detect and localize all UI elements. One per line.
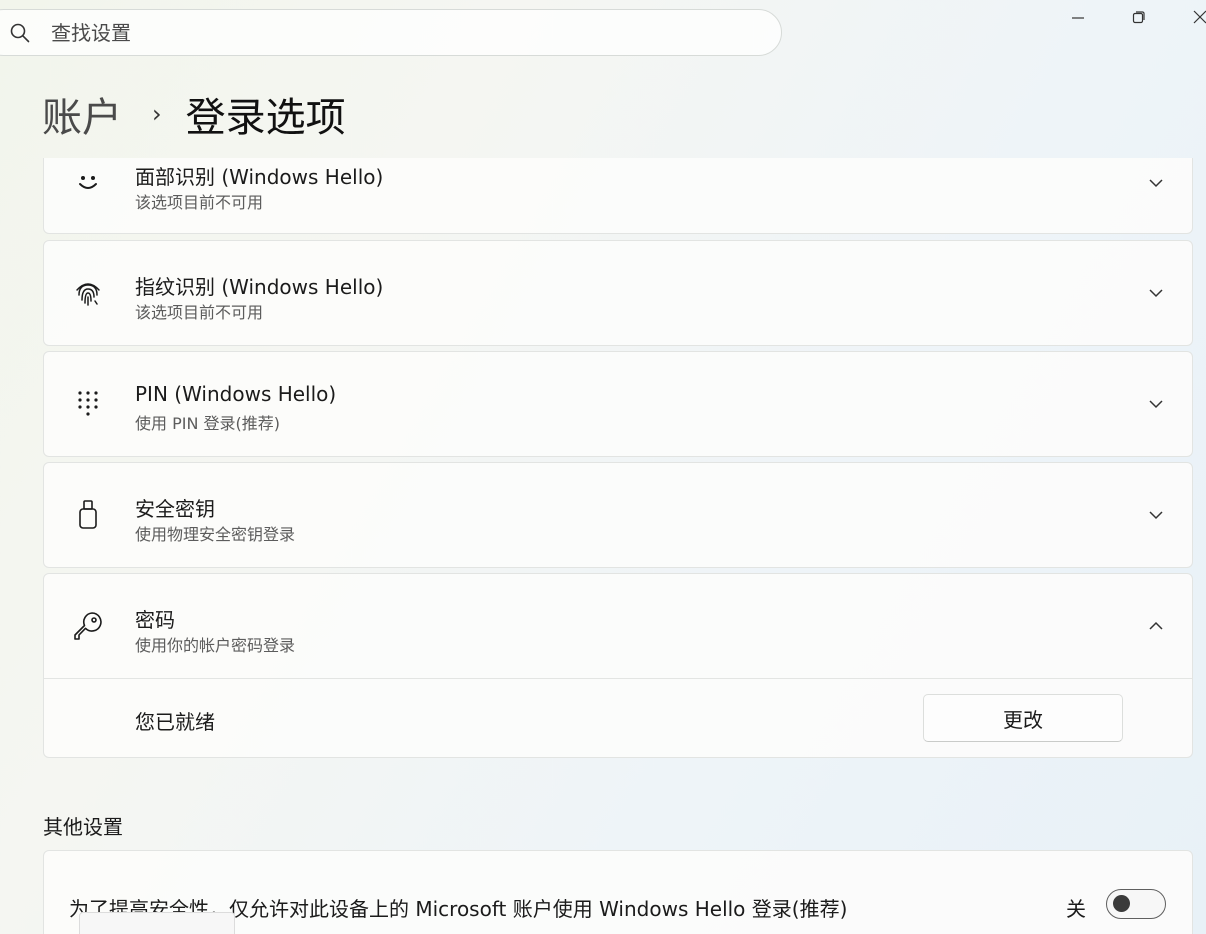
pin-keypad-icon <box>72 388 104 420</box>
fingerprint-icon <box>72 277 104 309</box>
breadcrumb-separator: › <box>152 100 162 128</box>
minimize-icon <box>1072 17 1084 19</box>
minimize-button[interactable] <box>1060 4 1096 30</box>
restore-icon <box>1132 11 1145 24</box>
face-icon <box>72 167 104 199</box>
close-icon <box>1193 10 1206 24</box>
search-input[interactable] <box>51 10 651 55</box>
option-title: PIN (Windows Hello) <box>135 382 337 406</box>
page-title: 登录选项 <box>185 95 346 141</box>
option-title: 面部识别 (Windows Hello) <box>135 165 384 189</box>
password-panel: 您已就绪 更改 <box>44 678 1192 757</box>
chevron-down-icon[interactable] <box>1146 394 1166 414</box>
password-status: 您已就绪 <box>135 710 215 734</box>
password-header[interactable]: 密码 使用你的帐户密码登录 <box>44 574 1192 678</box>
option-face-recognition[interactable]: 面部识别 (Windows Hello) 该选项目前不可用 <box>43 158 1193 234</box>
option-password[interactable]: 密码 使用你的帐户密码登录 您已就绪 更改 <box>43 573 1193 758</box>
option-subtitle: 使用 PIN 登录(推荐) <box>135 414 280 433</box>
search-icon <box>10 23 30 43</box>
chevron-up-icon[interactable] <box>1146 616 1166 636</box>
section-heading: 其他设置 <box>43 815 123 839</box>
toggle-knob <box>1113 895 1130 912</box>
breadcrumb-parent[interactable]: 账户 <box>42 85 122 143</box>
settings-content[interactable]: 面部识别 (Windows Hello) 该选项目前不可用 指纹识别 (Wind… <box>0 158 1206 934</box>
chevron-down-icon[interactable] <box>1146 173 1166 193</box>
option-subtitle: 该选项目前不可用 <box>135 193 264 212</box>
option-fingerprint[interactable]: 指纹识别 (Windows Hello) 该选项目前不可用 <box>43 240 1193 346</box>
chevron-down-icon[interactable] <box>1146 505 1166 525</box>
breadcrumb: 账户 › 登录选项 <box>42 84 346 144</box>
key-icon <box>72 610 104 642</box>
toggle-state-label: 关 <box>1066 897 1086 921</box>
close-button[interactable] <box>1182 4 1206 30</box>
option-subtitle: 该选项目前不可用 <box>135 303 264 322</box>
option-security-key[interactable]: 安全密钥 使用物理安全密钥登录 <box>43 462 1193 568</box>
security-key-icon <box>72 499 104 531</box>
restore-button[interactable] <box>1121 4 1157 30</box>
option-subtitle: 使用物理安全密钥登录 <box>135 525 296 544</box>
hello-only-toggle[interactable] <box>1106 889 1166 919</box>
chevron-down-icon[interactable] <box>1146 283 1166 303</box>
change-password-button[interactable]: 更改 <box>923 694 1123 742</box>
tooltip <box>79 912 235 934</box>
option-title: 密码 <box>135 608 175 632</box>
option-title: 安全密钥 <box>135 497 215 521</box>
option-title: 指纹识别 (Windows Hello) <box>135 275 384 299</box>
option-subtitle: 使用你的帐户密码登录 <box>135 636 296 655</box>
option-pin[interactable]: PIN (Windows Hello) 使用 PIN 登录(推荐) <box>43 351 1193 457</box>
search-box[interactable] <box>0 9 782 56</box>
